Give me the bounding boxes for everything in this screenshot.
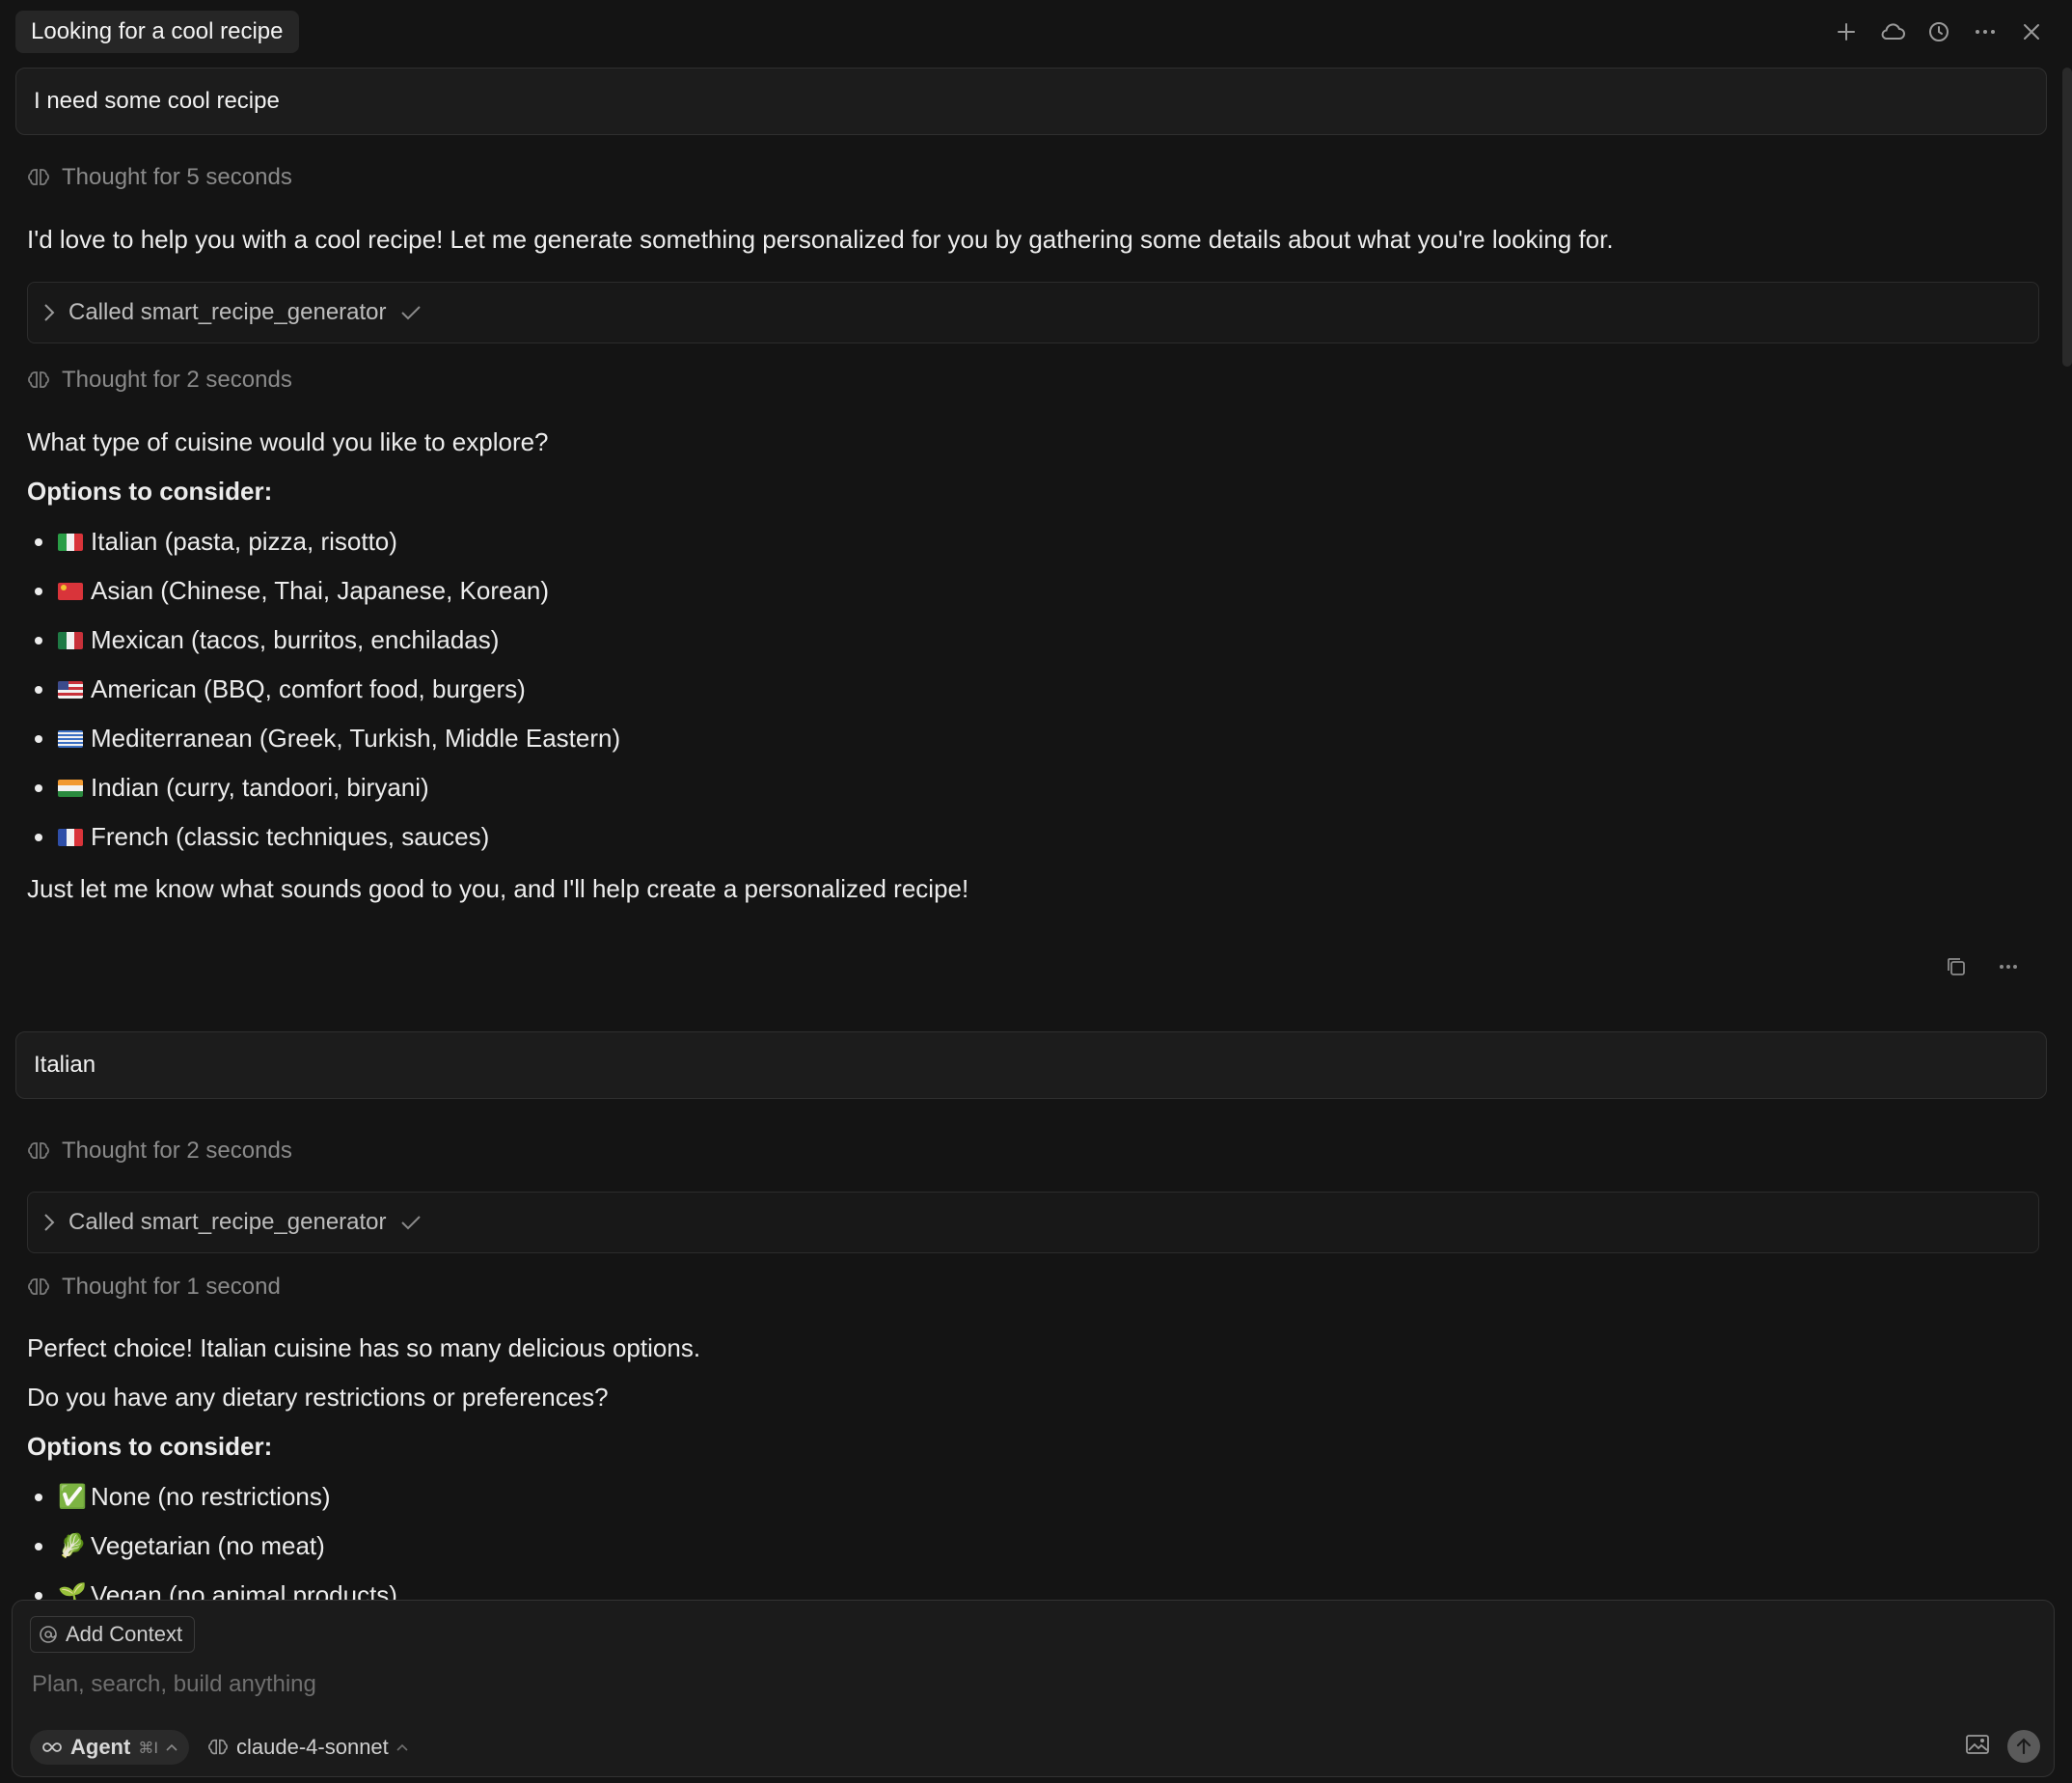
ellipsis-icon[interactable] <box>1995 953 2022 980</box>
model-label: claude-4-sonnet <box>236 1735 389 1759</box>
user-message[interactable]: Italian <box>15 1031 2047 1099</box>
china-flag-icon <box>58 582 83 600</box>
list-item: 🥬 Vegetarian (no meat) <box>27 1522 397 1571</box>
brain-icon <box>28 1142 49 1159</box>
send-button[interactable] <box>2007 1730 2040 1763</box>
list-item: Italian (pasta, pizza, risotto) <box>27 517 620 566</box>
close-icon[interactable] <box>2016 13 2047 51</box>
tool-call-label: Called smart_recipe_generator <box>68 299 387 325</box>
checkmark-icon <box>400 306 421 320</box>
plus-icon[interactable] <box>1831 13 1862 51</box>
checkmark-icon <box>400 1216 421 1230</box>
copy-icon[interactable] <box>1943 953 1970 980</box>
scrollbar[interactable] <box>2062 68 2072 367</box>
tool-call-row[interactable]: Called smart_recipe_generator <box>27 1192 2039 1253</box>
assistant-question: Do you have any dietary restrictions or … <box>27 1383 609 1412</box>
france-flag-icon <box>58 828 83 846</box>
chevron-right-icon <box>44 304 55 321</box>
list-item: 🌱 Vegan (no animal products) <box>27 1571 397 1600</box>
usa-flag-icon <box>58 680 83 699</box>
add-context-label: Add Context <box>66 1622 183 1646</box>
top-actions <box>1831 13 2047 51</box>
cuisine-options-list: Italian (pasta, pizza, risotto) Asian (C… <box>27 517 620 862</box>
chevron-right-icon <box>44 1214 55 1231</box>
agent-mode-selector[interactable]: Agent ⌘I <box>30 1730 190 1765</box>
at-icon <box>40 1626 57 1643</box>
top-bar: Looking for a cool recipe <box>0 0 2072 64</box>
brain-icon <box>28 1278 49 1295</box>
infinity-icon <box>42 1742 62 1752</box>
list-item: American (BBQ, comfort food, burgers) <box>27 665 620 714</box>
list-item: Mediterranean (Greek, Turkish, Middle Ea… <box>27 714 620 763</box>
brain-icon <box>208 1739 228 1755</box>
mode-label: Agent <box>70 1735 131 1759</box>
conversation-scroll[interactable]: I need some cool recipe Thought for 5 se… <box>0 64 2064 1600</box>
image-icon[interactable] <box>1965 1734 1990 1760</box>
model-selector[interactable]: claude-4-sonnet <box>207 1730 408 1765</box>
assistant-closing: Just let me know what sounds good to you… <box>27 874 969 903</box>
thought-label: Thought for 2 seconds <box>62 1138 292 1164</box>
thought-indicator[interactable]: Thought for 2 seconds <box>27 1138 292 1165</box>
ellipsis-icon[interactable] <box>1970 13 2001 51</box>
thought-indicator[interactable]: Thought for 5 seconds <box>27 164 292 191</box>
options-heading: Options to consider: <box>27 477 273 506</box>
mexico-flag-icon <box>58 631 83 649</box>
chevron-up-icon <box>396 1743 408 1751</box>
brain-icon <box>28 169 49 185</box>
greece-flag-icon <box>58 729 83 748</box>
tool-call-row[interactable]: Called smart_recipe_generator <box>27 282 2039 343</box>
dietary-options-list: ✅ None (no restrictions) 🥬 Vegetarian (no … <box>27 1472 397 1600</box>
leafy-green-icon: 🥬 <box>58 1533 87 1559</box>
brain-icon <box>28 371 49 388</box>
thought-indicator[interactable]: Thought for 1 second <box>27 1274 281 1301</box>
mode-shortcut: ⌘I <box>138 1738 159 1757</box>
prompt-input[interactable] <box>30 1664 1867 1705</box>
list-item: Asian (Chinese, Thai, Japanese, Korean) <box>27 566 620 616</box>
add-context-button[interactable]: Add Context <box>30 1616 196 1653</box>
seedling-icon: 🌱 <box>58 1582 87 1600</box>
history-icon[interactable] <box>1923 13 1954 51</box>
assistant-question: What type of cuisine would you like to e… <box>27 427 549 456</box>
arrow-up-icon <box>2016 1738 2031 1755</box>
options-heading: Options to consider: <box>27 1432 273 1461</box>
thought-label: Thought for 2 seconds <box>62 367 292 393</box>
check-emoji-icon: ✅ <box>58 1484 87 1510</box>
tool-call-label: Called smart_recipe_generator <box>68 1209 387 1235</box>
cloud-icon[interactable] <box>1877 13 1908 51</box>
list-item: Mexican (tacos, burritos, enchiladas) <box>27 616 620 665</box>
italy-flag-icon <box>58 533 83 551</box>
thought-label: Thought for 1 second <box>62 1274 281 1300</box>
chat-title[interactable]: Looking for a cool recipe <box>15 11 299 53</box>
user-message[interactable]: I need some cool recipe <box>15 68 2047 135</box>
composer-actions <box>1965 1730 2040 1763</box>
assistant-text: Perfect choice! Italian cuisine has so m… <box>27 1333 701 1362</box>
chevron-up-icon <box>166 1743 177 1751</box>
list-item: French (classic techniques, sauces) <box>27 812 620 862</box>
thought-indicator[interactable]: Thought for 2 seconds <box>27 367 292 394</box>
assistant-text: I'd love to help you with a cool recipe!… <box>27 225 1614 254</box>
message-actions <box>1943 953 2022 980</box>
thought-label: Thought for 5 seconds <box>62 164 292 190</box>
india-flag-icon <box>58 779 83 797</box>
list-item: Indian (curry, tandoori, biryani) <box>27 763 620 812</box>
list-item: ✅ None (no restrictions) <box>27 1472 397 1522</box>
composer: Add Context Agent ⌘I claude-4-sonnet <box>12 1600 2055 1777</box>
